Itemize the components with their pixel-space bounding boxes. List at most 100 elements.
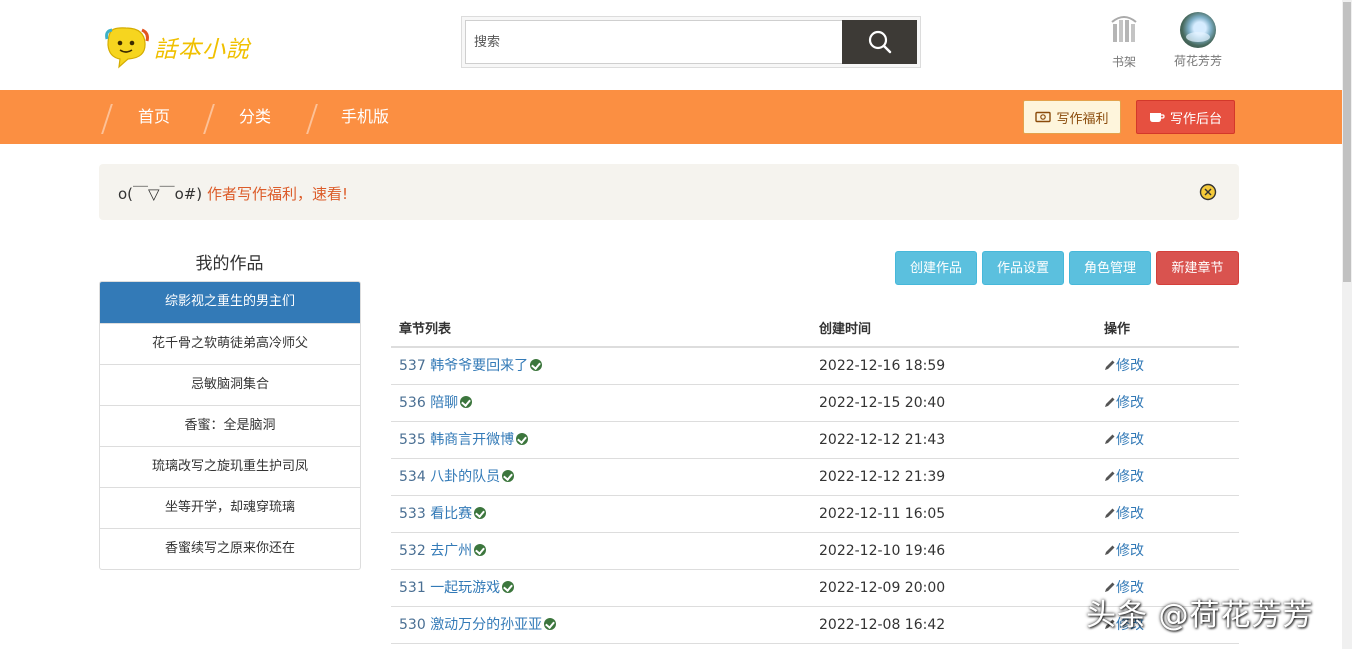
search-input[interactable] — [465, 20, 842, 64]
edit-link[interactable]: 修改 — [1104, 358, 1144, 374]
notice-emoticon: o(￣▽￣o#) — [118, 185, 203, 203]
table-row: 536 陪聊 2022-12-15 20:40 修改 — [391, 385, 1239, 422]
chapter-number: 534 — [399, 469, 426, 485]
edit-label: 修改 — [1116, 506, 1144, 522]
chapter-cell: 534 八卦的队员 — [391, 459, 810, 495]
user-name: 荷花芳芳 — [1173, 54, 1222, 68]
pencil-icon — [1105, 397, 1115, 407]
bookshelf-icon — [1111, 16, 1137, 42]
search-icon — [868, 30, 891, 54]
create-work-button[interactable]: 创建作品 — [895, 251, 977, 285]
nav-divider — [203, 104, 215, 134]
table-header: 章节列表 创建时间 操作 — [391, 313, 1239, 348]
chapter-link[interactable]: 537 韩爷爷要回来了 — [399, 358, 528, 374]
top-header: 話本小說 书架 荷花芳芳 — [0, 0, 1342, 90]
notice-banner: o(￣▽￣o#) 作者写作福利，速看! — [99, 164, 1239, 220]
notice-text: o(￣▽￣o#) 作者写作福利，速看! — [118, 183, 348, 204]
chapter-time: 2022-12-15 20:40 — [819, 395, 946, 411]
edit-link[interactable]: 修改 — [1104, 395, 1144, 411]
check-circle-icon — [516, 433, 529, 445]
edit-link[interactable]: 修改 — [1104, 543, 1144, 559]
col-operation: 操作 — [1104, 322, 1131, 337]
work-item[interactable]: 花千骨之软萌徒弟高冷师父 — [100, 323, 360, 364]
notice-link[interactable]: 作者写作福利，速看! — [207, 185, 348, 203]
work-item[interactable]: 香蜜：全是脑洞 — [100, 405, 360, 446]
edit-link[interactable]: 修改 — [1104, 506, 1144, 522]
chapter-link[interactable]: 534 八卦的队员 — [399, 469, 500, 485]
operation-cell: 修改 — [1096, 496, 1239, 532]
chapter-link[interactable]: 531 一起玩游戏 — [399, 580, 500, 596]
check-circle-icon — [474, 544, 487, 556]
chapter-title: 激动万分的孙亚亚 — [430, 617, 543, 633]
pencil-icon — [1105, 545, 1115, 555]
operation-cell: 修改 — [1096, 422, 1239, 458]
check-circle-icon — [460, 396, 473, 408]
chapter-time: 2022-12-12 21:43 — [819, 432, 946, 448]
writing-welfare-button[interactable]: 写作福利 — [1023, 100, 1121, 134]
role-manage-button[interactable]: 角色管理 — [1069, 251, 1151, 285]
chapter-title: 看比赛 — [430, 506, 473, 522]
table-row: 537 韩爷爷要回来了 2022-12-16 18:59 修改 — [391, 348, 1239, 385]
edit-label: 修改 — [1116, 395, 1144, 411]
check-circle-icon — [530, 359, 543, 371]
operation-cell: 修改 — [1096, 385, 1239, 421]
chapter-number: 536 — [399, 395, 426, 411]
chapter-link[interactable]: 535 韩商言开微博 — [399, 432, 514, 448]
money-icon — [1035, 111, 1052, 123]
check-circle-icon — [502, 470, 515, 482]
work-item[interactable]: 忌敏脑洞集合 — [100, 364, 360, 405]
edit-link[interactable]: 修改 — [1104, 432, 1144, 448]
check-circle-icon — [474, 507, 487, 519]
chapter-link[interactable]: 530 激动万分的孙亚亚 — [399, 617, 542, 633]
table-row: 532 去广州 2022-12-10 19:46 修改 — [391, 533, 1239, 570]
chapter-number: 532 — [399, 543, 426, 559]
search-box — [461, 16, 921, 68]
work-item-active[interactable]: 综影视之重生的男主们 — [100, 282, 360, 323]
avatar — [1180, 12, 1216, 48]
edit-label: 修改 — [1116, 432, 1144, 448]
table-row: 533 看比赛 2022-12-11 16:05 修改 — [391, 496, 1239, 533]
check-circle-icon — [544, 618, 557, 630]
work-item[interactable]: 坐等开学，却魂穿琉璃 — [100, 487, 360, 528]
chapter-number: 533 — [399, 506, 426, 522]
chapter-time: 2022-12-08 16:42 — [819, 617, 946, 633]
page: 話本小說 书架 荷花芳芳 — [0, 0, 1352, 649]
nav-mobile[interactable]: 手机版 — [341, 90, 389, 144]
scrollbar-thumb[interactable] — [1343, 2, 1351, 282]
work-settings-button[interactable]: 作品设置 — [982, 251, 1064, 285]
chapter-time: 2022-12-10 19:46 — [819, 543, 946, 559]
chapter-time: 2022-12-16 18:59 — [819, 358, 946, 374]
writing-backend-button[interactable]: 写作后台 — [1136, 100, 1235, 134]
chapter-cell: 531 一起玩游戏 — [391, 570, 810, 606]
table-row: 534 八卦的队员 2022-12-12 21:39 修改 — [391, 459, 1239, 496]
search-button[interactable] — [842, 20, 917, 64]
work-item[interactable]: 香蜜续写之原来你还在 — [100, 528, 360, 569]
nav-home[interactable]: 首页 — [138, 90, 170, 144]
scrollbar[interactable] — [1342, 0, 1352, 649]
site-logo[interactable]: 話本小說 — [104, 24, 269, 70]
user-profile[interactable]: 荷花芳芳 — [1167, 12, 1229, 69]
chapter-cell: 535 韩商言开微博 — [391, 422, 810, 458]
chapter-title: 韩商言开微博 — [430, 432, 515, 448]
writing-welfare-label: 写作福利 — [1056, 111, 1109, 127]
col-chapter-list: 章节列表 — [399, 322, 452, 337]
work-item[interactable]: 琉璃改写之旋玑重生护司凤 — [100, 446, 360, 487]
edit-link[interactable]: 修改 — [1104, 469, 1144, 485]
pencil-icon — [1105, 360, 1115, 370]
chapter-link[interactable]: 536 陪聊 — [399, 395, 458, 411]
nav-divider — [306, 104, 318, 134]
bookshelf-link[interactable]: 书架 — [1094, 12, 1154, 70]
nav-category[interactable]: 分类 — [239, 90, 271, 144]
new-chapter-button[interactable]: 新建章节 — [1156, 251, 1239, 285]
chapter-number: 531 — [399, 580, 426, 596]
cup-icon — [1149, 112, 1165, 122]
edit-label: 修改 — [1116, 358, 1144, 374]
operation-cell: 修改 — [1096, 459, 1239, 495]
close-icon[interactable] — [1199, 183, 1217, 201]
logo-text: 話本小說 — [154, 37, 250, 63]
chapter-link[interactable]: 532 去广州 — [399, 543, 472, 559]
chapter-time: 2022-12-11 16:05 — [819, 506, 946, 522]
col-created-time: 创建时间 — [819, 322, 872, 337]
table-row: 535 韩商言开微博 2022-12-12 21:43 修改 — [391, 422, 1239, 459]
chapter-link[interactable]: 533 看比赛 — [399, 506, 472, 522]
